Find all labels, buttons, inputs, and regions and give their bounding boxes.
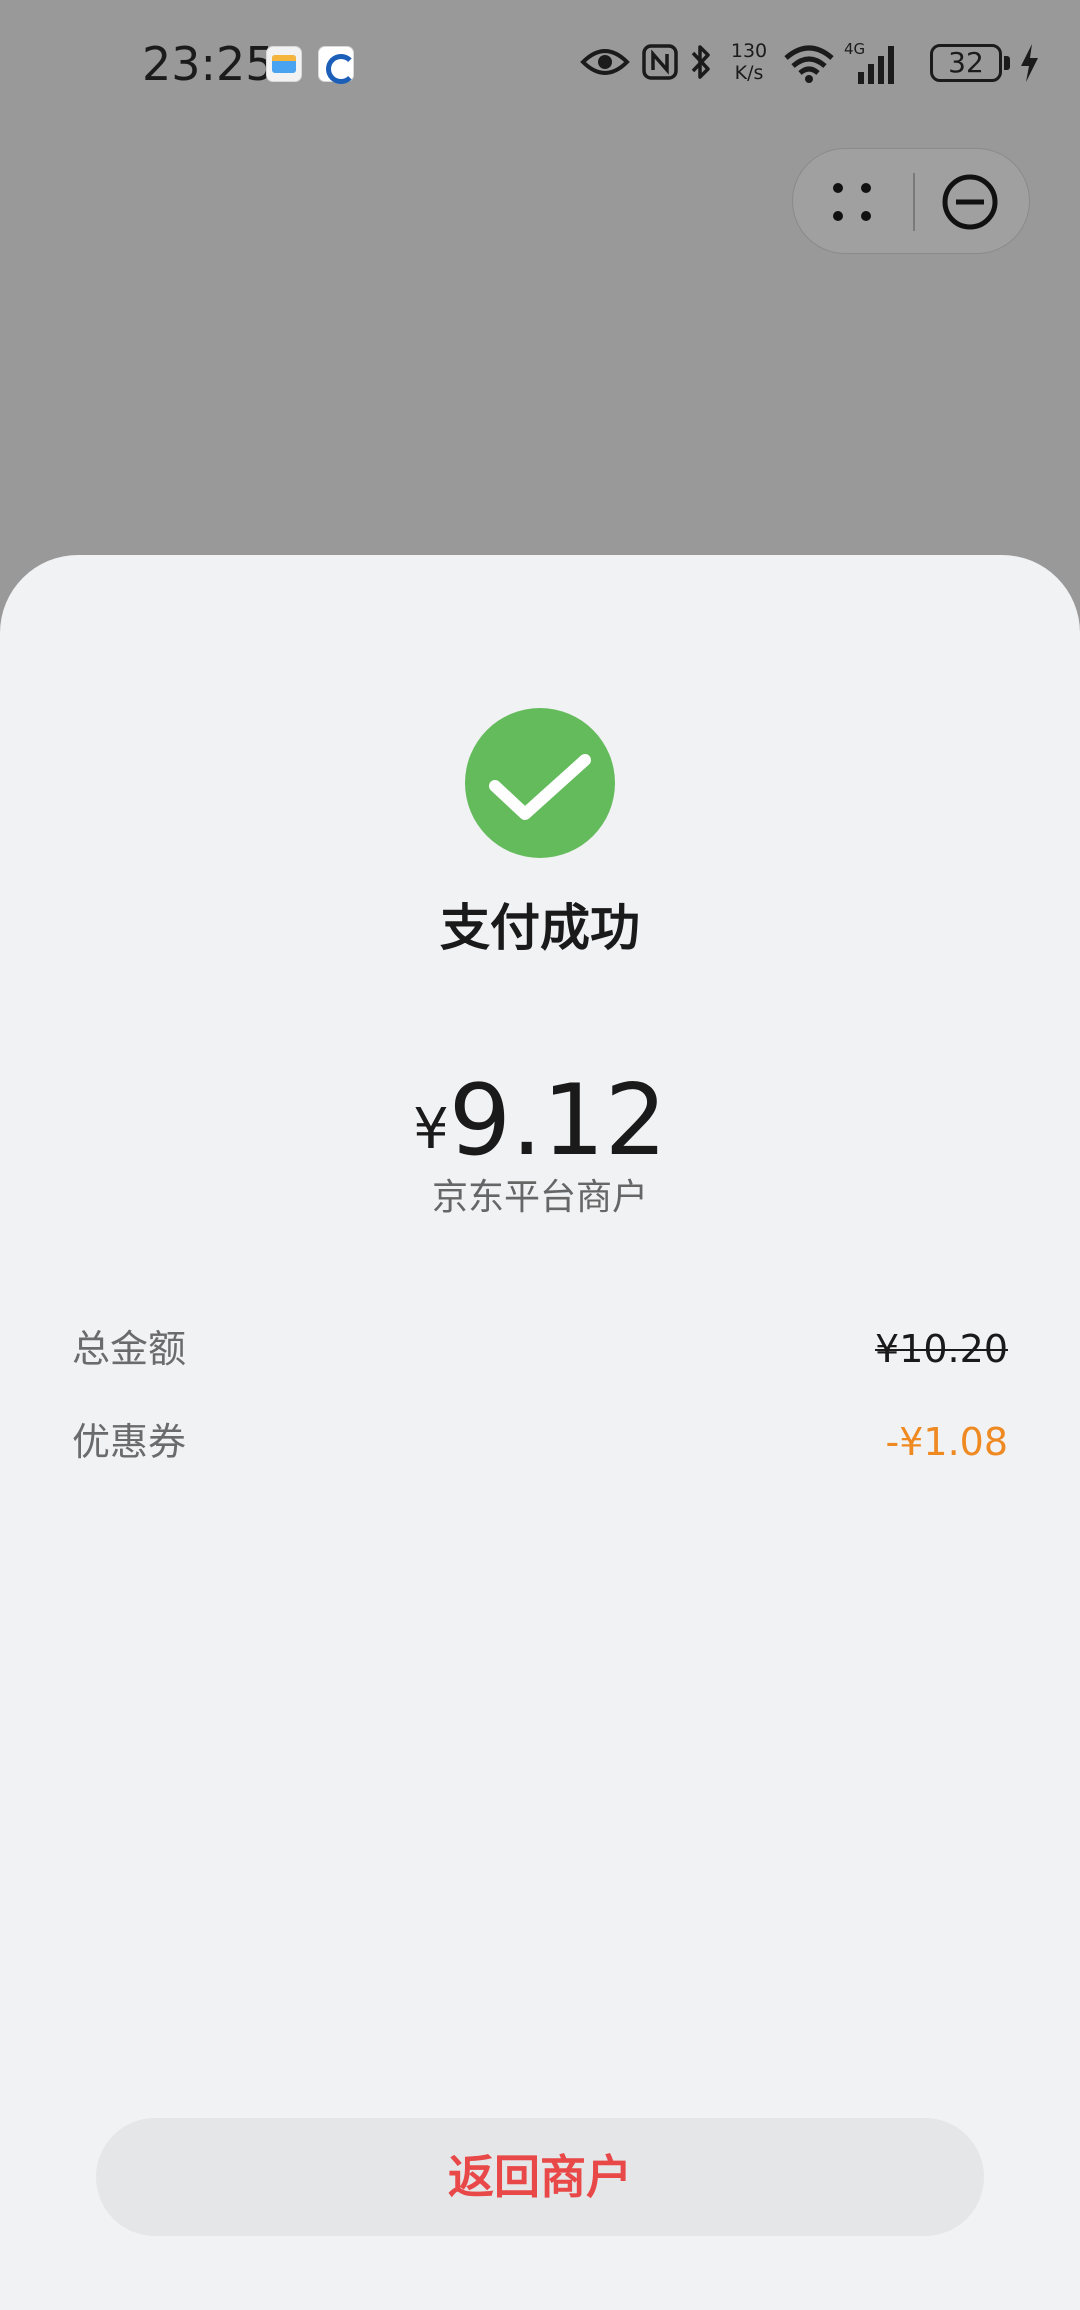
payment-status-title: 支付成功 bbox=[440, 899, 640, 957]
wifi-icon bbox=[784, 45, 834, 83]
status-bar: 23:25 130 K/s 4G 32 bbox=[0, 0, 1080, 130]
paid-amount: ¥9.12 bbox=[0, 1063, 1080, 1179]
battery-cap bbox=[1004, 56, 1010, 70]
cellular-signal-icon: 4G bbox=[844, 40, 894, 84]
success-check-icon bbox=[465, 708, 615, 858]
capsule-divider bbox=[913, 173, 915, 231]
bank-app-icon bbox=[318, 46, 356, 84]
currency-symbol: ¥ bbox=[413, 1097, 449, 1162]
payment-result-screen: 23:25 130 K/s 4G 32 支付成功 ¥9.12 京东平台商户 总金… bbox=[0, 0, 1080, 2310]
more-dots-icon[interactable] bbox=[823, 169, 889, 235]
charging-icon bbox=[1021, 44, 1038, 82]
bluetooth-icon bbox=[691, 45, 710, 79]
detail-row-total: 总金额 ¥10.20 bbox=[72, 1321, 1008, 1377]
status-time: 23:25 bbox=[142, 37, 275, 91]
network-speed: 130 K/s bbox=[730, 40, 768, 84]
merchant-name: 京东平台商户 bbox=[431, 1177, 648, 1218]
system-icons: 130 K/s 4G 32 bbox=[580, 38, 1040, 88]
return-to-merchant-button[interactable]: 返回商户 bbox=[96, 2118, 984, 2236]
payment-result-sheet: 支付成功 ¥9.12 京东平台商户 总金额 ¥10.20 优惠券 -¥1.08 … bbox=[0, 555, 1080, 2310]
wallet-icon bbox=[266, 46, 302, 82]
eye-icon bbox=[580, 49, 630, 75]
detail-label: 优惠券 bbox=[72, 1420, 187, 1464]
svg-text:4G: 4G bbox=[844, 40, 865, 58]
coupon-discount: -¥1.08 bbox=[885, 1420, 1009, 1464]
close-circle-icon[interactable] bbox=[941, 173, 999, 231]
detail-label: 总金额 bbox=[72, 1327, 187, 1371]
mini-program-capsule bbox=[792, 148, 1030, 254]
amount-value: 9.12 bbox=[448, 1064, 667, 1178]
battery-icon: 32 bbox=[930, 44, 1002, 82]
detail-row-coupon: 优惠券 -¥1.08 bbox=[72, 1414, 1008, 1470]
original-amount: ¥10.20 bbox=[875, 1327, 1008, 1371]
nfc-icon bbox=[642, 44, 678, 80]
